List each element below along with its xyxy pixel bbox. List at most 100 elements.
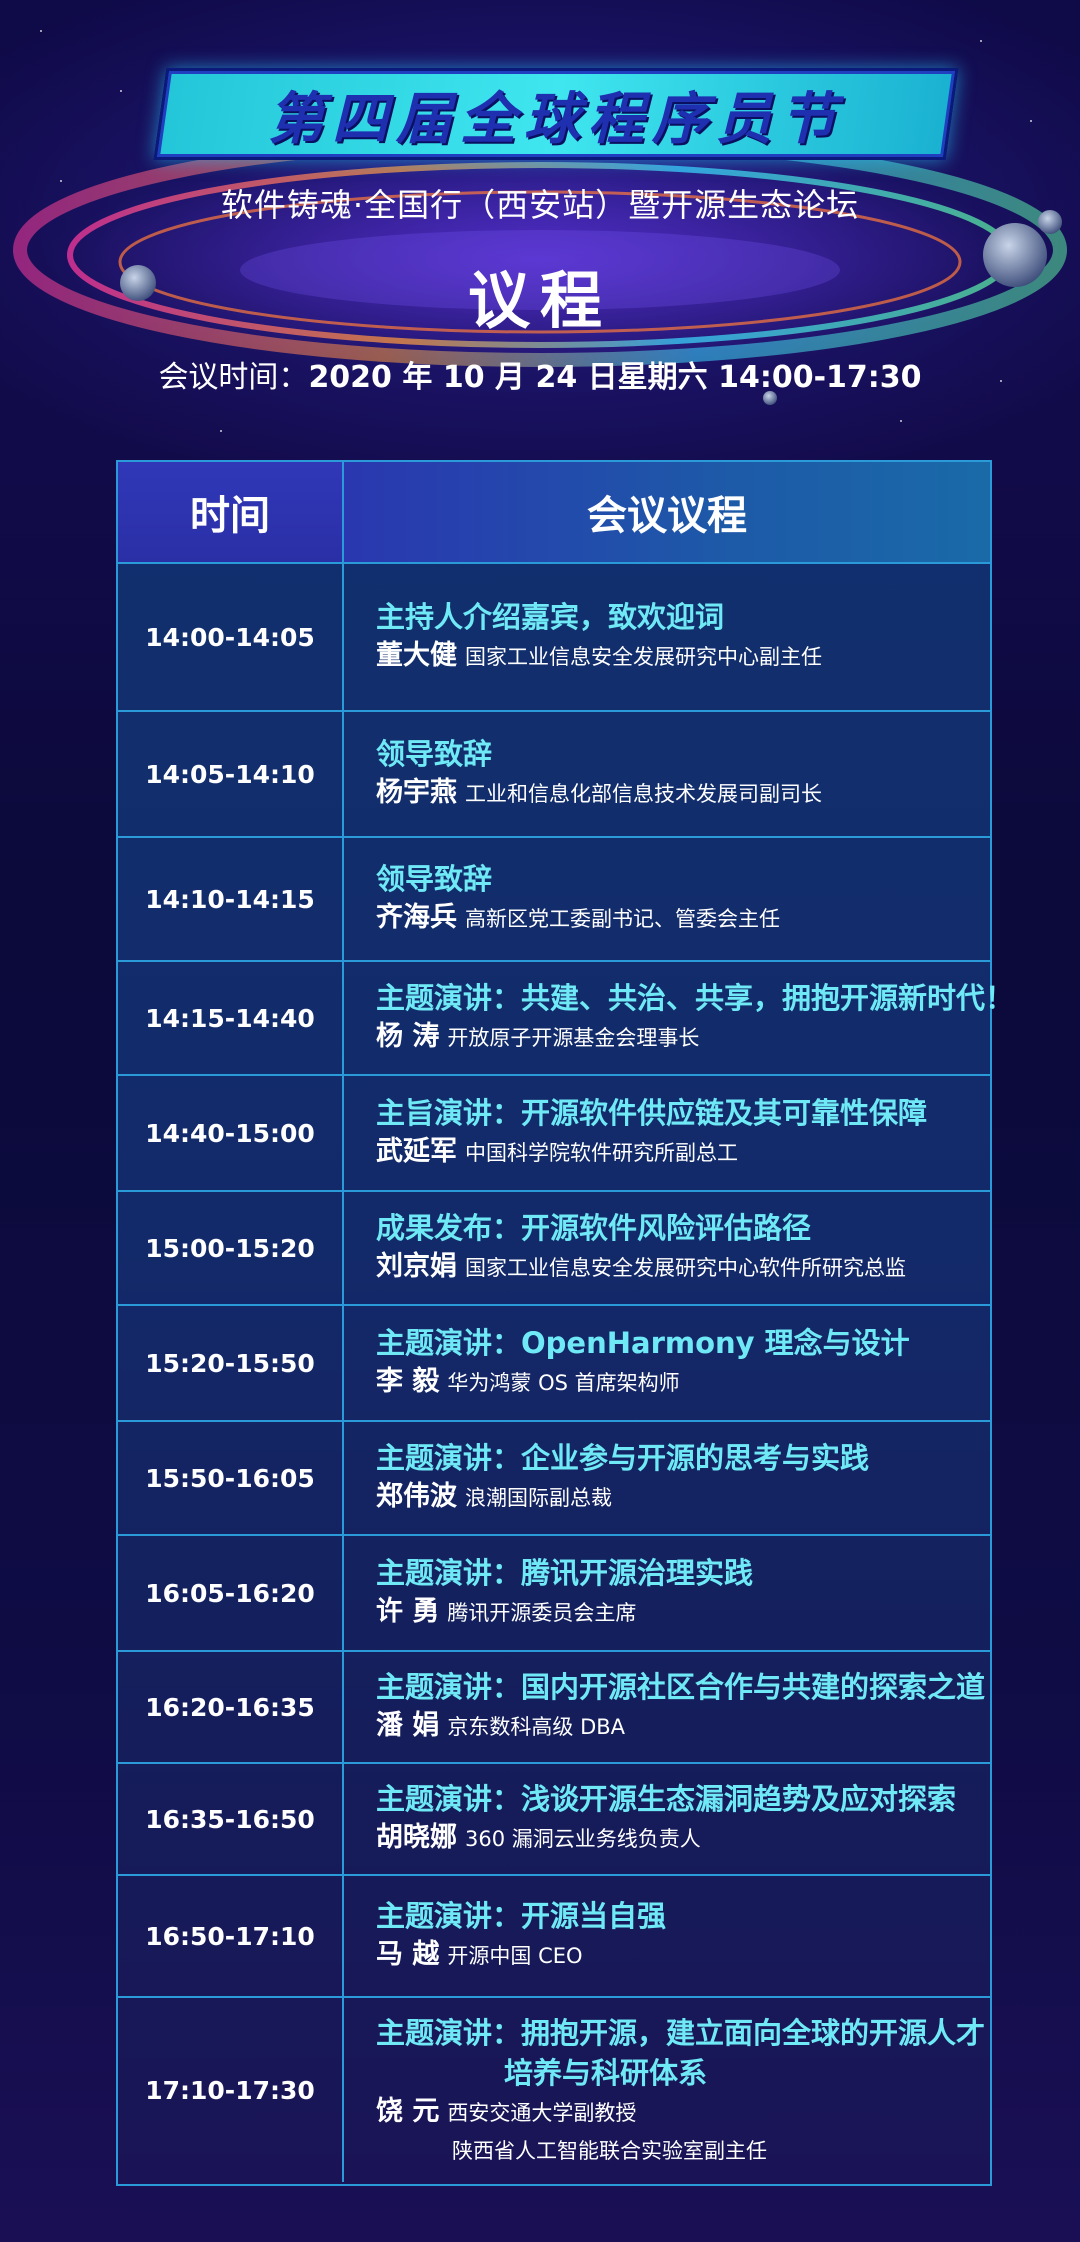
- row-speaker: 齐海兵: [376, 901, 457, 933]
- meeting-time: 会议时间：2020 年 10 月 24 日星期六 14:00-17:30: [0, 352, 1080, 396]
- row-time: 16:50-17:10: [118, 1876, 344, 1996]
- row-topic: 主旨演讲：开源软件供应链及其可靠性保障: [376, 1095, 928, 1130]
- table-row: 15:50-16:05 主题演讲：企业参与开源的思考与实践 郑伟波 浪潮国际副总裁: [118, 1422, 990, 1536]
- row-role: 工业和信息化部信息技术发展司副司长: [465, 781, 822, 806]
- row-time: 16:05-16:20: [118, 1536, 344, 1650]
- event-title-banner: 第四届全球程序员节: [153, 68, 959, 160]
- row-time: 15:00-15:20: [118, 1192, 344, 1304]
- meeting-time-label: 会议时间：: [158, 360, 309, 395]
- row-topic: 成果发布：开源软件风险评估路径: [376, 1210, 812, 1245]
- row-topic: 主题演讲：OpenHarmony 理念与设计: [376, 1325, 910, 1360]
- agenda-table-header: 时间 会议议程: [118, 462, 990, 564]
- row-speaker: 李 毅: [376, 1365, 440, 1397]
- row-agenda: 主持人介绍嘉宾，致欢迎词 董大健 国家工业信息安全发展研究中心副主任: [344, 564, 990, 710]
- row-speaker-line: 齐海兵 高新区党工委副书记、管委会主任: [376, 899, 990, 940]
- event-title: 第四届全球程序员节: [268, 86, 844, 152]
- row-agenda: 主题演讲：国内开源社区合作与共建的探索之道 潘 娟京东数科高级 DBA: [344, 1652, 990, 1762]
- row-agenda: 主题演讲：OpenHarmony 理念与设计 李 毅华为鸿蒙 OS 首席架构师: [344, 1306, 990, 1420]
- row-agenda: 领导致辞 齐海兵 高新区党工委副书记、管委会主任: [344, 838, 990, 960]
- table-row: 14:00-14:05 主持人介绍嘉宾，致欢迎词 董大健 国家工业信息安全发展研究…: [118, 564, 990, 712]
- row-speaker-line: 马 越开源中国 CEO: [376, 1936, 990, 1977]
- row-topic: 主题演讲：浅谈开源生态漏洞趋势及应对探索: [376, 1781, 957, 1816]
- row-speaker: 杨 涛: [376, 1020, 440, 1052]
- row-agenda: 主题演讲：拥抱开源，建立面向全球的开源人才 培养与科研体系 饶 元西安交通大学副…: [344, 1998, 990, 2182]
- row-role: 腾讯开源委员会主席: [447, 1600, 637, 1625]
- row-role: 浪潮国际副总裁: [465, 1485, 612, 1510]
- row-role: 开源中国 CEO: [447, 1943, 583, 1968]
- row-speaker: 董大健: [376, 639, 457, 671]
- row-time: 16:20-16:35: [118, 1652, 344, 1762]
- table-row: 16:35-16:50 主题演讲：浅谈开源生态漏洞趋势及应对探索 胡晓娜 360 …: [118, 1764, 990, 1876]
- row-role: 中国科学院软件研究所副总工: [465, 1140, 738, 1165]
- agenda-heading: 议程: [467, 264, 612, 337]
- row-time: 14:05-14:10: [118, 712, 344, 836]
- row-time: 15:20-15:50: [118, 1306, 344, 1420]
- row-agenda: 主题演讲：共建、共治、共享，拥抱开源新时代！ 杨 涛开放原子开源基金会理事长: [344, 962, 1014, 1074]
- row-role: 高新区党工委副书记、管委会主任: [465, 906, 780, 931]
- row-agenda: 领导致辞 杨宇燕 工业和信息化部信息技术发展司副司长: [344, 712, 990, 836]
- row-speaker-line: 杨宇燕 工业和信息化部信息技术发展司副司长: [376, 774, 990, 815]
- column-header-time: 时间: [118, 462, 344, 562]
- table-row: 14:15-14:40 主题演讲：共建、共治、共享，拥抱开源新时代！ 杨 涛开放…: [118, 962, 1014, 1076]
- row-topic: 主持人介绍嘉宾，致欢迎词: [376, 599, 725, 634]
- row-speaker: 郑伟波: [376, 1480, 457, 1512]
- row-speaker: 饶 元: [376, 2095, 440, 2127]
- row-time: 14:00-14:05: [118, 564, 344, 710]
- row-agenda: 主旨演讲：开源软件供应链及其可靠性保障 武延军 中国科学院软件研究所副总工: [344, 1076, 990, 1190]
- row-speaker-line: 胡晓娜 360 漏洞云业务线负责人: [376, 1819, 990, 1860]
- row-speaker-line: 刘京娟 国家工业信息安全发展研究中心软件所研究总监: [376, 1248, 990, 1289]
- row-role-continued: 陕西省人工智能联合实验室副主任: [452, 2138, 767, 2163]
- agenda-rows: 14:00-14:05 主持人介绍嘉宾，致欢迎词 董大健 国家工业信息安全发展研究…: [118, 564, 1014, 2182]
- row-speaker: 许 勇: [376, 1595, 440, 1627]
- row-topic: 领导致辞: [376, 736, 493, 771]
- row-speaker-line: 董大健 国家工业信息安全发展研究中心副主任: [376, 637, 990, 678]
- table-row: 16:50-17:10 主题演讲：开源当自强 马 越开源中国 CEO: [118, 1876, 990, 1998]
- row-role: 京东数科高级 DBA: [447, 1714, 626, 1739]
- row-topic: 主题演讲：国内开源社区合作与共建的探索之道: [376, 1669, 986, 1704]
- table-row: 16:05-16:20 主题演讲：腾讯开源治理实践 许 勇腾讯开源委员会主席: [118, 1536, 990, 1652]
- row-topic: 领导致辞: [376, 861, 493, 896]
- event-subtitle: 软件铸魂·全国行（西安站）暨开源生态论坛: [220, 186, 860, 224]
- row-time: 17:10-17:30: [118, 1998, 344, 2182]
- row-topic: 主题演讲：开源当自强: [376, 1898, 667, 1933]
- row-agenda: 主题演讲：腾讯开源治理实践 许 勇腾讯开源委员会主席: [344, 1536, 990, 1650]
- row-time: 14:10-14:15: [118, 838, 344, 960]
- row-time: 14:15-14:40: [118, 962, 344, 1074]
- row-topic: 主题演讲：拥抱开源，建立面向全球的开源人才: [376, 2015, 986, 2050]
- row-topic-continued: 培养与科研体系: [504, 2055, 708, 2090]
- table-row: 17:10-17:30 主题演讲：拥抱开源，建立面向全球的开源人才 培养与科研体…: [118, 1998, 990, 2182]
- table-row: 15:20-15:50 主题演讲：OpenHarmony 理念与设计 李 毅华为…: [118, 1306, 990, 1422]
- row-speaker-line: 李 毅华为鸿蒙 OS 首席架构师: [376, 1363, 990, 1404]
- row-speaker: 杨宇燕: [376, 776, 457, 808]
- table-row: 14:40-15:00 主旨演讲：开源软件供应链及其可靠性保障 武延军 中国科学院…: [118, 1076, 990, 1192]
- row-speaker: 马 越: [376, 1938, 440, 1970]
- row-speaker-line: 武延军 中国科学院软件研究所副总工: [376, 1133, 990, 1174]
- row-speaker-line: 许 勇腾讯开源委员会主席: [376, 1593, 990, 1634]
- row-agenda: 主题演讲：浅谈开源生态漏洞趋势及应对探索 胡晓娜 360 漏洞云业务线负责人: [344, 1764, 990, 1874]
- column-header-agenda: 会议议程: [344, 462, 990, 562]
- row-time: 14:40-15:00: [118, 1076, 344, 1190]
- row-topic: 主题演讲：腾讯开源治理实践: [376, 1555, 754, 1590]
- row-time: 15:50-16:05: [118, 1422, 344, 1534]
- row-role: 360 漏洞云业务线负责人: [465, 1826, 701, 1851]
- row-topic: 主题演讲：共建、共治、共享，拥抱开源新时代！: [376, 980, 1015, 1015]
- table-row: 15:00-15:20 成果发布：开源软件风险评估路径 刘京娟 国家工业信息安全发…: [118, 1192, 990, 1306]
- meeting-time-value: 2020 年 10 月 24 日星期六 14:00-17:30: [308, 360, 922, 395]
- row-agenda: 主题演讲：企业参与开源的思考与实践 郑伟波 浪潮国际副总裁: [344, 1422, 990, 1534]
- row-speaker-line: 杨 涛开放原子开源基金会理事长: [376, 1018, 1014, 1059]
- row-role: 华为鸿蒙 OS 首席架构师: [447, 1370, 680, 1395]
- row-agenda: 主题演讲：开源当自强 马 越开源中国 CEO: [344, 1876, 990, 1996]
- agenda-table: 时间 会议议程 14:00-14:05 主持人介绍嘉宾，致欢迎词 董大健 国家工业…: [116, 460, 1014, 2186]
- row-speaker-line: 潘 娟京东数科高级 DBA: [376, 1707, 990, 1748]
- row-speaker: 刘京娟: [376, 1250, 457, 1282]
- row-speaker: 武延军: [376, 1135, 457, 1167]
- table-row: 14:05-14:10 领导致辞 杨宇燕 工业和信息化部信息技术发展司副司长: [118, 712, 990, 838]
- row-role: 开放原子开源基金会理事长: [447, 1025, 700, 1050]
- row-agenda: 成果发布：开源软件风险评估路径 刘京娟 国家工业信息安全发展研究中心软件所研究总监: [344, 1192, 990, 1304]
- table-row: 14:10-14:15 领导致辞 齐海兵 高新区党工委副书记、管委会主任: [118, 838, 990, 962]
- row-role: 西安交通大学副教授: [447, 2100, 637, 2125]
- row-role: 国家工业信息安全发展研究中心副主任: [465, 644, 822, 669]
- row-speaker: 胡晓娜: [376, 1821, 457, 1853]
- row-time: 16:35-16:50: [118, 1764, 344, 1874]
- row-speaker: 潘 娟: [376, 1709, 440, 1741]
